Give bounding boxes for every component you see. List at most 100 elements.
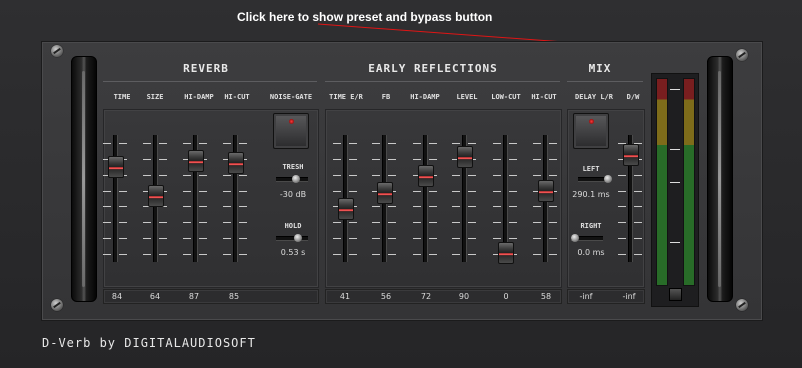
left-delay-slider[interactable] xyxy=(578,175,612,183)
preset-toggle-screw-icon[interactable] xyxy=(736,49,748,61)
time-er-slider-knob[interactable] xyxy=(338,198,354,220)
scale-tick xyxy=(493,191,501,192)
screw-icon xyxy=(736,299,748,311)
scale-tick xyxy=(533,254,541,255)
scale-tick xyxy=(549,254,557,255)
section-title-early-reflections: EARLY REFLECTIONS xyxy=(368,62,498,75)
scale-tick xyxy=(413,222,421,223)
scale-tick xyxy=(634,222,642,223)
output-level-meter xyxy=(651,73,699,307)
scale-tick xyxy=(159,254,167,255)
hi-damp-er-slider-track[interactable] xyxy=(423,135,428,262)
scale-tick xyxy=(388,254,396,255)
hi-cut-er-slider-knob[interactable] xyxy=(538,180,554,202)
meter-tick xyxy=(670,89,680,90)
label-low-cut: LOW-CUT xyxy=(491,93,521,101)
scale-tick xyxy=(183,191,191,192)
scale-tick xyxy=(533,206,541,207)
scale-tick xyxy=(634,238,642,239)
section-title-reverb: REVERB xyxy=(183,62,229,75)
scale-tick xyxy=(103,191,111,192)
delay-lr-toggle-button[interactable] xyxy=(573,113,609,149)
hold-value: 0.53 s xyxy=(280,248,306,257)
hi-damp-er-slider-knob[interactable] xyxy=(418,165,434,187)
time-slider-track[interactable] xyxy=(113,135,118,262)
scale-tick xyxy=(333,159,341,160)
noise-gate-toggle-button[interactable] xyxy=(273,113,309,149)
scale-tick xyxy=(533,222,541,223)
label-time-er: TIME E/R xyxy=(329,93,363,101)
left-rack-handle xyxy=(71,56,97,302)
scale-tick xyxy=(333,175,341,176)
scale-tick xyxy=(549,238,557,239)
right-value: 0.0 ms xyxy=(577,248,605,257)
label-hi-damp-er: HI-DAMP xyxy=(410,93,440,101)
hi-damp-slider-knob[interactable] xyxy=(188,150,204,172)
size-slider-knob[interactable] xyxy=(148,185,164,207)
hold-slider[interactable] xyxy=(276,234,308,242)
label-level: LEVEL xyxy=(456,93,478,101)
scale-tick xyxy=(468,254,476,255)
scale-tick xyxy=(452,222,460,223)
scale-tick xyxy=(468,222,476,223)
scale-tick xyxy=(618,238,626,239)
slider-knob-icon[interactable] xyxy=(294,234,302,242)
fb-slider-knob[interactable] xyxy=(377,182,393,204)
scale-tick xyxy=(429,238,437,239)
scale-tick xyxy=(468,175,476,176)
divider xyxy=(103,81,317,82)
right-delay-slider[interactable] xyxy=(571,234,603,242)
scale-tick xyxy=(413,254,421,255)
scale-tick xyxy=(468,143,476,144)
value-size: 64 xyxy=(149,292,161,301)
divider xyxy=(567,81,643,82)
scale-tick xyxy=(159,222,167,223)
scale-tick xyxy=(119,143,127,144)
hi-cut-slider-knob[interactable] xyxy=(228,152,244,174)
label-hi-damp: HI-DAMP xyxy=(184,93,214,101)
divider xyxy=(325,81,560,82)
scale-tick xyxy=(349,143,357,144)
scale-tick xyxy=(549,222,557,223)
tresh-value: -30 dB xyxy=(279,190,307,199)
low-cut-slider-knob[interactable] xyxy=(498,242,514,264)
dry-wet-slider-knob[interactable] xyxy=(623,144,639,166)
scale-tick xyxy=(493,222,501,223)
scale-tick xyxy=(143,175,151,176)
slider-knob-icon[interactable] xyxy=(571,234,579,242)
right-label: RIGHT xyxy=(580,222,602,230)
scale-tick xyxy=(119,238,127,239)
scale-tick xyxy=(452,206,460,207)
scale-tick xyxy=(239,206,247,207)
scale-tick xyxy=(103,238,111,239)
scale-tick xyxy=(509,143,517,144)
scale-tick xyxy=(388,206,396,207)
scale-tick xyxy=(223,238,231,239)
value-level: 90 xyxy=(458,292,470,301)
scale-tick xyxy=(618,254,626,255)
scale-tick xyxy=(388,238,396,239)
scale-tick xyxy=(452,238,460,239)
scale-tick xyxy=(119,222,127,223)
scale-tick xyxy=(199,254,207,255)
slider-knob-icon[interactable] xyxy=(604,175,612,183)
scale-tick xyxy=(429,191,437,192)
level-slider-knob[interactable] xyxy=(457,146,473,168)
time-slider-knob[interactable] xyxy=(108,156,124,178)
scale-tick xyxy=(119,254,127,255)
screw-icon xyxy=(51,45,63,57)
label-dw: D/W xyxy=(626,93,640,101)
slider-knob-icon[interactable] xyxy=(292,175,300,183)
scale-tick xyxy=(533,159,541,160)
scale-tick xyxy=(509,206,517,207)
scale-tick xyxy=(372,159,380,160)
scale-tick xyxy=(493,143,501,144)
tresh-slider[interactable] xyxy=(276,175,308,183)
scale-tick xyxy=(413,238,421,239)
scale-tick xyxy=(103,254,111,255)
scale-tick xyxy=(549,206,557,207)
meter-reset-button[interactable] xyxy=(669,288,682,301)
scale-tick xyxy=(413,206,421,207)
scale-tick xyxy=(618,206,626,207)
scale-tick xyxy=(388,143,396,144)
